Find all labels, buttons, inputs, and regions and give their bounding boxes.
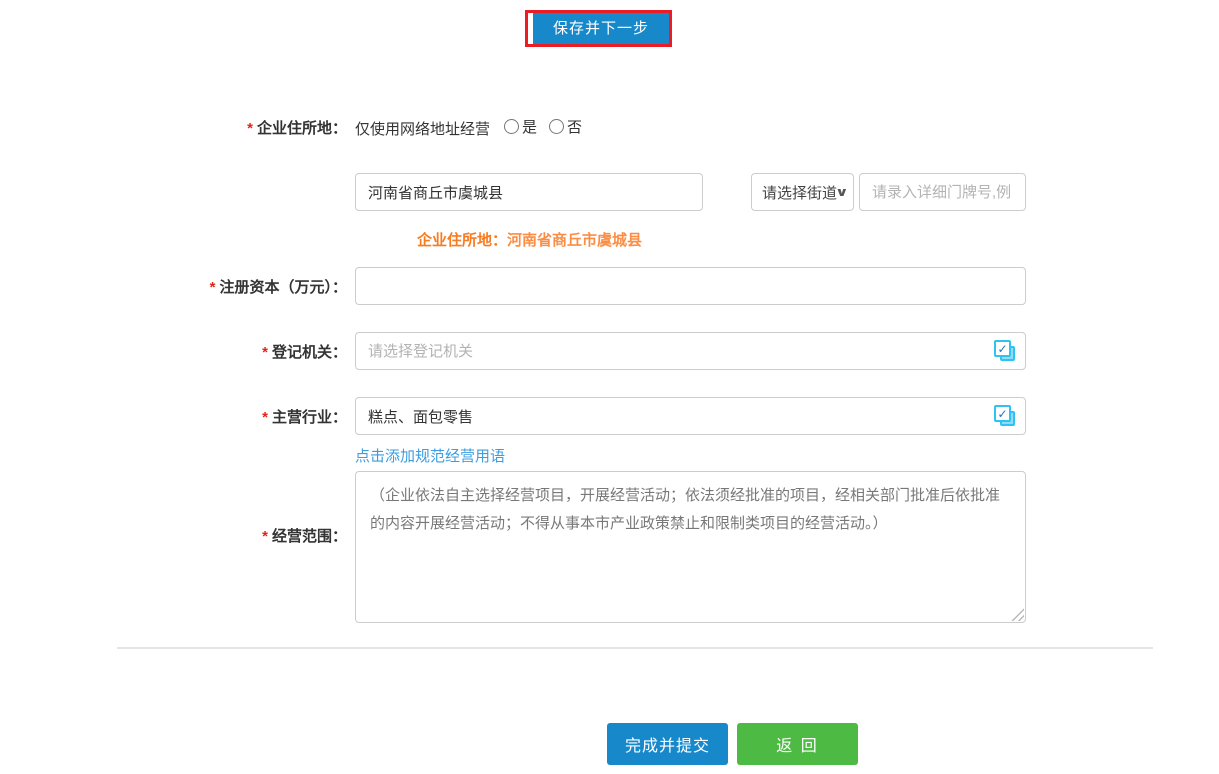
business-scope-label: *经营范围：	[0, 525, 355, 546]
footer-action-bar: 完成并提交 返 回	[607, 723, 1219, 765]
required-asterisk: *	[262, 409, 268, 426]
business-registration-form: *企业住所地： 仅使用网络地址经营是否 请选择街道∨ 企业住所地：河南省商丘市虞…	[0, 115, 1219, 623]
required-asterisk: *	[247, 120, 253, 137]
row-registration-authority: *登记机关： ✓	[0, 332, 1219, 370]
business-scope-textarea[interactable]: （企业依法自主选择经营项目，开展经营活动；依法须经批准的项目，经相关部门批准后依…	[355, 471, 1026, 623]
picker-check-icon: ✓	[994, 340, 1011, 357]
main-industry-input[interactable]	[355, 397, 1026, 435]
radio-group-no: 否	[549, 116, 582, 137]
registration-authority-input[interactable]	[355, 332, 1026, 370]
radio-group-yes: 是	[504, 116, 537, 137]
row-main-industry: *主营行业： ✓	[0, 397, 1219, 435]
main-industry-label: *主营行业：	[0, 406, 355, 427]
web-only-yes-label: 是	[522, 116, 537, 137]
web-only-yes-radio[interactable]	[504, 119, 519, 134]
row-business-scope: *经营范围： 点击添加规范经营用语 （企业依法自主选择经营项目，开展经营活动；依…	[0, 447, 1219, 623]
registered-capital-label: *注册资本（万元）：	[0, 276, 355, 297]
web-only-text: 仅使用网络地址经营	[355, 121, 490, 138]
row-address-inputs: 请选择街道∨	[0, 173, 1219, 211]
web-only-no-label: 否	[567, 116, 582, 137]
industry-picker-icon[interactable]: ✓	[994, 405, 1017, 428]
street-select[interactable]: 请选择街道∨	[751, 173, 854, 211]
top-action-bar: 保存并下一步	[525, 10, 1219, 47]
address-detail-input[interactable]	[859, 173, 1026, 211]
row-enterprise-address: *企业住所地： 仅使用网络地址经营 是 否	[0, 115, 1219, 139]
region-input[interactable]	[355, 173, 703, 211]
picker-check-icon: ✓	[994, 405, 1011, 422]
registered-capital-input[interactable]	[355, 267, 1026, 305]
click-highlight-annotation: 保存并下一步	[525, 10, 672, 47]
row-registered-capital: *注册资本（万元）：	[0, 267, 1219, 305]
address-tip-value: 河南省商丘市虞城县	[507, 232, 642, 249]
authority-picker-icon[interactable]: ✓	[994, 340, 1017, 363]
save-and-next-button[interactable]: 保存并下一步	[533, 13, 669, 44]
finish-and-submit-button[interactable]: 完成并提交	[607, 723, 728, 765]
registration-authority-label: *登记机关：	[0, 341, 355, 362]
address-tip: 企业住所地：河南省商丘市虞城县	[417, 229, 1026, 250]
back-button[interactable]: 返 回	[737, 723, 858, 765]
enterprise-address-label: *企业住所地：	[0, 117, 355, 138]
web-only-choice: 仅使用网络地址经营 是 否	[355, 116, 1026, 139]
required-asterisk: *	[262, 344, 268, 361]
web-only-no-radio[interactable]	[549, 119, 564, 134]
section-divider	[117, 647, 1153, 649]
add-standard-terms-link[interactable]: 点击添加规范经营用语	[355, 447, 505, 467]
chevron-down-icon: ∨	[835, 185, 849, 199]
required-asterisk: *	[210, 279, 216, 296]
required-asterisk: *	[262, 528, 268, 545]
address-tip-label: 企业住所地：	[417, 232, 507, 249]
street-select-value: 请选择街道	[762, 182, 837, 203]
row-address-tip: 企业住所地：河南省商丘市虞城县	[0, 229, 1219, 249]
